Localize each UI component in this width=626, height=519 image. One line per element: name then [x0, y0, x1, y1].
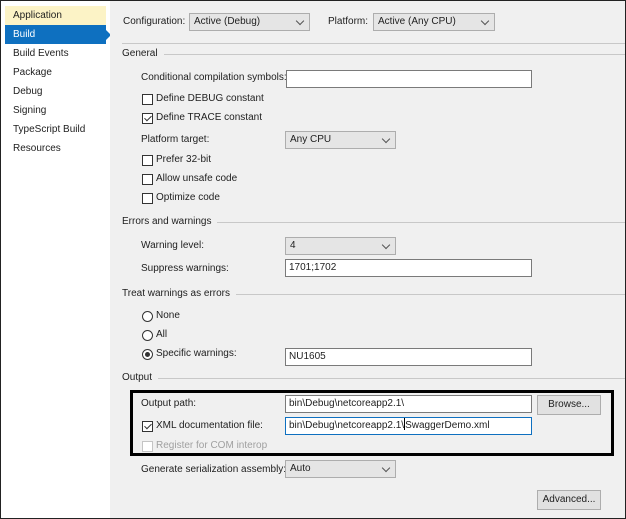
sidebar-item-debug[interactable]: Debug — [5, 82, 106, 101]
platform-value: Active (Any CPU) — [378, 16, 456, 27]
serialization-value: Auto — [290, 463, 311, 474]
sidebar-item-typescript-build[interactable]: TypeScript Build — [5, 120, 106, 139]
chevron-down-icon — [381, 240, 391, 250]
configuration-value: Active (Debug) — [194, 16, 261, 27]
platform-target-label: Platform target: — [141, 134, 210, 145]
section-treat-title: Treat warnings as errors — [122, 287, 236, 301]
chevron-down-icon — [381, 134, 391, 144]
allow-unsafe-checkbox[interactable] — [142, 174, 153, 185]
conditional-symbols-label: Conditional compilation symbols: — [141, 72, 287, 83]
sidebar-item-build-events[interactable]: Build Events — [5, 44, 106, 63]
section-output: Output — [122, 371, 625, 385]
section-general: General — [122, 47, 625, 61]
warning-level-value: 4 — [290, 240, 296, 251]
section-treat-warnings: Treat warnings as errors — [122, 287, 625, 301]
section-errors-warnings: Errors and warnings — [122, 215, 625, 229]
section-output-title: Output — [122, 371, 159, 385]
treat-none-label[interactable]: None — [156, 309, 180, 323]
annotation-highlight-box — [130, 390, 614, 456]
prefer-32bit-label[interactable]: Prefer 32-bit — [156, 153, 211, 167]
platform-select[interactable]: Active (Any CPU) — [373, 13, 495, 31]
define-debug-checkbox[interactable] — [142, 94, 153, 105]
allow-unsafe-label[interactable]: Allow unsafe code — [156, 172, 237, 186]
section-errors-title: Errors and warnings — [122, 215, 218, 229]
section-rule — [122, 378, 625, 379]
chevron-down-icon — [480, 16, 490, 26]
chevron-down-icon — [295, 16, 305, 26]
sidebar-item-package[interactable]: Package — [5, 63, 106, 82]
optimize-code-checkbox[interactable] — [142, 193, 153, 204]
treat-none-radio[interactable] — [142, 311, 153, 322]
treat-specific-label[interactable]: Specific warnings: — [156, 347, 237, 361]
sidebar: Application Build Build Events Package D… — [1, 1, 111, 518]
section-general-title: General — [122, 47, 164, 61]
serialization-select[interactable]: Auto — [285, 460, 396, 478]
treat-all-radio[interactable] — [142, 330, 153, 341]
serialization-label: Generate serialization assembly: — [141, 464, 287, 475]
define-trace-label[interactable]: Define TRACE constant — [156, 111, 262, 125]
warning-level-select[interactable]: 4 — [285, 237, 396, 255]
warning-level-label: Warning level: — [141, 240, 204, 251]
define-debug-label[interactable]: Define DEBUG constant — [156, 92, 264, 106]
sidebar-item-resources[interactable]: Resources — [5, 139, 106, 158]
conditional-symbols-input[interactable] — [286, 70, 532, 88]
chevron-down-icon — [381, 463, 391, 473]
specific-warnings-input[interactable]: NU1605 — [285, 348, 532, 366]
treat-all-label[interactable]: All — [156, 328, 167, 342]
advanced-button[interactable]: Advanced... — [537, 490, 601, 510]
prefer-32bit-checkbox[interactable] — [142, 155, 153, 166]
suppress-warnings-input[interactable]: 1701;1702 — [285, 259, 532, 277]
sidebar-item-signing[interactable]: Signing — [5, 101, 106, 120]
configuration-label: Configuration: — [123, 16, 186, 27]
configuration-select[interactable]: Active (Debug) — [189, 13, 310, 31]
optimize-code-label[interactable]: Optimize code — [156, 191, 220, 205]
suppress-warnings-label: Suppress warnings: — [141, 263, 229, 274]
header-divider — [122, 43, 625, 44]
treat-specific-radio[interactable] — [142, 349, 153, 360]
platform-target-select[interactable]: Any CPU — [285, 131, 396, 149]
sidebar-item-application[interactable]: Application — [5, 6, 106, 25]
platform-label: Platform: — [328, 16, 369, 27]
sidebar-item-build[interactable]: Build — [5, 25, 111, 44]
section-rule — [122, 54, 625, 55]
define-trace-checkbox[interactable] — [142, 113, 153, 124]
platform-target-value: Any CPU — [290, 134, 332, 145]
